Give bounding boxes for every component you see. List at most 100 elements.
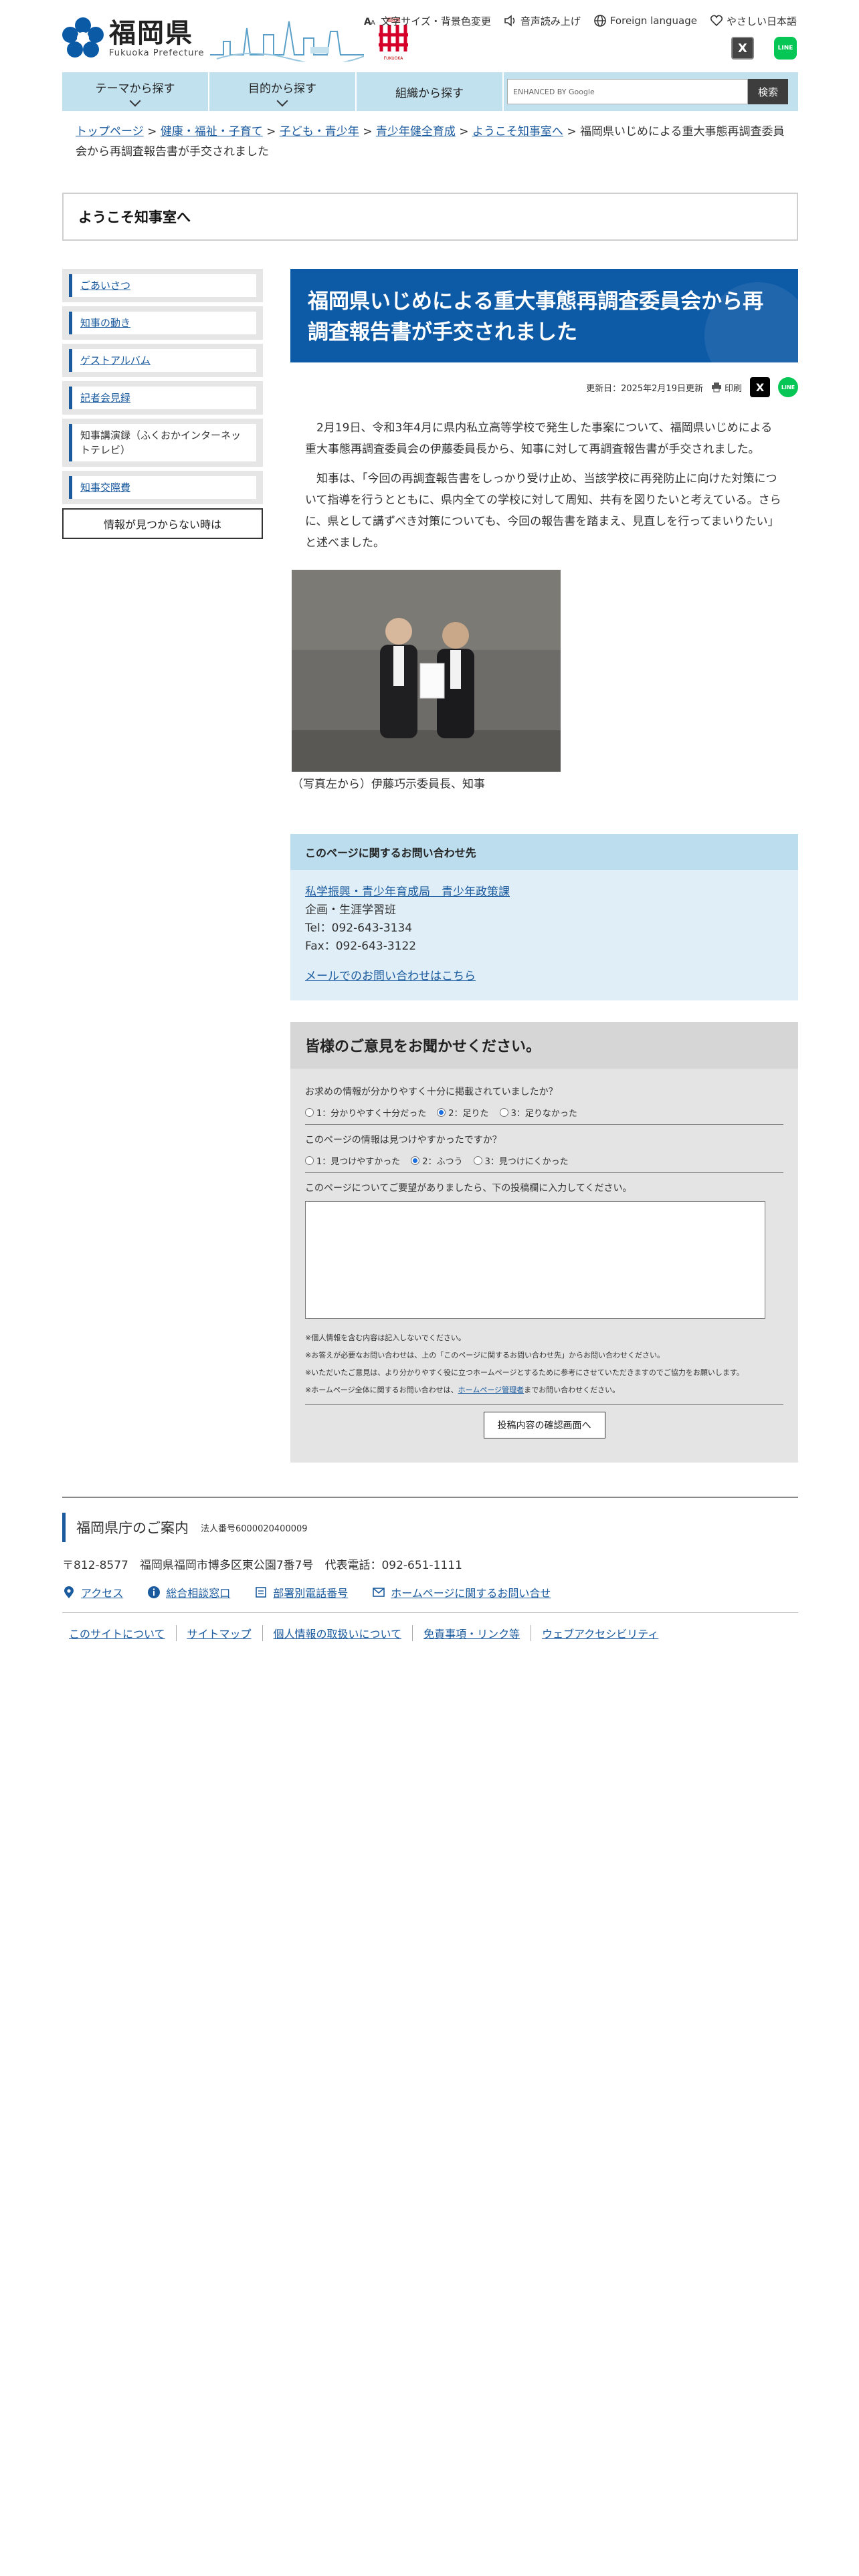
submit-survey-button[interactable]: 投稿内容の確認画面へ bbox=[483, 1412, 605, 1438]
radio-icon bbox=[305, 1156, 314, 1165]
side-item-greeting[interactable]: ごあいさつ bbox=[80, 280, 130, 292]
x-share-icon[interactable]: X bbox=[731, 37, 754, 60]
updated-date: 更新日：2025年2月19日更新 bbox=[586, 383, 703, 394]
printer-icon bbox=[711, 383, 721, 393]
privacy-link[interactable]: 個人情報の取扱いについて bbox=[262, 1625, 413, 1641]
voice-reading-link[interactable]: 音声読み上げ bbox=[503, 13, 581, 28]
chevron-down-icon bbox=[129, 95, 141, 106]
contact-mail-link[interactable]: メールでのお問い合わせはこちら bbox=[305, 968, 476, 986]
article-paragraph: 知事は、「今回の再調査報告書をしっかり受け止め、当該学校に再発防止に向けた対策に… bbox=[305, 472, 781, 550]
breadcrumb-top[interactable]: トップページ bbox=[76, 125, 144, 138]
footer-bottom-links: このサイトについて サイトマップ 個人情報の取扱いについて 免責事項・リンク等 … bbox=[62, 1625, 798, 1641]
radio-icon bbox=[473, 1156, 482, 1165]
about-site-link[interactable]: このサイトについて bbox=[69, 1625, 176, 1641]
breadcrumb-governor[interactable]: ようこそ知事室へ bbox=[472, 125, 563, 138]
site-admin-link[interactable]: ホームページ管理者 bbox=[458, 1386, 524, 1394]
accessibility-link[interactable]: ウェブアクセシビリティ bbox=[531, 1625, 669, 1641]
breadcrumb-health[interactable]: 健康・福祉・子育て bbox=[161, 125, 263, 138]
main-content: 福岡県いじめによる重大事態再調査委員会から再調査報告書が手交されました 更新日：… bbox=[290, 269, 798, 1463]
info-icon bbox=[148, 1586, 161, 1598]
footer-links: アクセス 総合相談窓口 部署別電話番号 ホームページに関するお問い合せ bbox=[62, 1584, 798, 1613]
header-sns: X LINE bbox=[731, 37, 797, 60]
side-item-activities[interactable]: 知事の動き bbox=[80, 317, 130, 329]
footer: 福岡県庁のご案内 法人番号6000020400009 〒812-8577 福岡県… bbox=[62, 1497, 798, 1641]
search-button[interactable]: 検索 bbox=[748, 79, 788, 104]
footer-address: 〒812-8577 福岡県福岡市博多区東公園7番7号 代表電話：092-651-… bbox=[62, 1559, 462, 1572]
photo-caption: （写真左から）伊藤巧示委員長、知事 bbox=[292, 778, 485, 791]
heart-icon bbox=[710, 15, 723, 27]
phone-directory-link[interactable]: 部署別電話番号 bbox=[254, 1584, 348, 1600]
section-title: ようこそ知事室へ bbox=[62, 193, 798, 241]
q1-option-1[interactable]: 1：分かりやすく十分だった bbox=[305, 1106, 426, 1119]
survey-box: 皆様のご意見をお聞かせください。 お求めの情報が分かりやすく十分に掲載されていま… bbox=[290, 1022, 798, 1463]
logo-title: 福岡県 bbox=[109, 17, 193, 49]
q1-option-2[interactable]: 2：足りた bbox=[437, 1106, 489, 1119]
text-size-icon: AA bbox=[364, 17, 375, 27]
search-input[interactable]: ENHANCED BY Google bbox=[507, 79, 748, 104]
side-item-guest-album[interactable]: ゲストアルバム bbox=[80, 354, 151, 366]
speaker-icon bbox=[504, 15, 515, 27]
x-share-icon[interactable]: X bbox=[750, 377, 770, 397]
survey-q2: このページの情報は見つけやすかったですか？ bbox=[305, 1135, 502, 1146]
phone-book-icon bbox=[256, 1587, 267, 1598]
homepage-inquiry-link[interactable]: ホームページに関するお問い合せ bbox=[372, 1584, 551, 1600]
q2-option-1[interactable]: 1：見つけやすかった bbox=[305, 1154, 400, 1167]
side-item-expenses[interactable]: 知事交際費 bbox=[80, 481, 130, 494]
nav-organization[interactable]: 組織から探す bbox=[357, 72, 504, 111]
skyline-illustration-icon bbox=[209, 21, 364, 62]
breadcrumb-youth[interactable]: 青少年健全育成 bbox=[376, 125, 456, 138]
not-found-button[interactable]: 情報が見つからない時は bbox=[62, 508, 263, 539]
foreign-language-link[interactable]: Foreign language bbox=[593, 13, 697, 28]
contact-heading: このページに関するお問い合わせ先 bbox=[290, 834, 798, 870]
article-paragraph: 2月19日、令和3年4月に県内私立高等学校で発生した事案について、福岡県いじめに… bbox=[305, 421, 773, 456]
article-photo bbox=[292, 570, 561, 772]
feedback-textarea[interactable] bbox=[305, 1201, 765, 1319]
disclaimer-link[interactable]: 免責事項・リンク等 bbox=[412, 1625, 531, 1641]
survey-notes: ※個人情報を含む内容は記入しないでください。 ※お答えが必要なお問い合わせは、上… bbox=[305, 1333, 744, 1394]
access-link[interactable]: アクセス bbox=[62, 1584, 123, 1600]
side-item-press[interactable]: 記者会見録 bbox=[80, 392, 130, 404]
site-logo[interactable]: 福岡県 Fukuoka Prefecture 福岡県 FUKUOKA bbox=[62, 15, 413, 62]
radio-icon bbox=[499, 1108, 508, 1117]
q1-option-3[interactable]: 3：足りなかった bbox=[499, 1106, 577, 1119]
text-size-link[interactable]: AA 文字サイズ・背景色変更 bbox=[363, 13, 491, 28]
prefecture-emblem-icon bbox=[62, 17, 104, 59]
contact-dept-link[interactable]: 私学振興・青少年育成局 青少年政策課 bbox=[305, 885, 510, 899]
nav-purpose[interactable]: 目的から探す bbox=[209, 72, 357, 111]
survey-heading: 皆様のご意見をお聞かせください。 bbox=[290, 1022, 798, 1069]
consultation-link[interactable]: 総合相談窓口 bbox=[147, 1584, 230, 1600]
breadcrumb: トップページ > 健康・福祉・子育て > 子ども・青少年 > 青少年健全育成 >… bbox=[76, 125, 785, 158]
contact-fax: Fax：092-643-3122 bbox=[305, 940, 417, 953]
line-share-icon[interactable]: LINE bbox=[774, 37, 797, 60]
footer-title: 福岡県庁のご案内 法人番号6000020400009 bbox=[62, 1513, 798, 1542]
radio-icon bbox=[305, 1108, 314, 1117]
easy-japanese-link[interactable]: やさしい日本語 bbox=[709, 13, 797, 28]
nav-theme[interactable]: テーマから探す bbox=[62, 72, 209, 111]
side-item-lectures[interactable]: 知事講演録（ふくおかインターネットテレビ） bbox=[80, 429, 241, 456]
contact-box: このページに関するお問い合わせ先 私学振興・青少年育成局 青少年政策課 企画・生… bbox=[290, 834, 798, 1000]
radio-selected-icon bbox=[411, 1156, 420, 1165]
q2-option-3[interactable]: 3：見つけにくかった bbox=[473, 1154, 569, 1167]
logo-subtitle: Fukuoka Prefecture bbox=[109, 47, 205, 58]
survey-q1: お求めの情報が分かりやすく十分に掲載されていましたか？ bbox=[305, 1087, 558, 1097]
survey-q3: このページについてご要望がありましたら、下の投稿欄に入力してください。 bbox=[305, 1183, 632, 1194]
svg-text:FUKUOKA: FUKUOKA bbox=[383, 56, 403, 61]
breadcrumb-children[interactable]: 子ども・青少年 bbox=[280, 125, 359, 138]
globe-icon bbox=[594, 15, 606, 27]
svg-text:A: A bbox=[371, 19, 375, 27]
print-button[interactable]: 印刷 bbox=[711, 381, 742, 394]
contact-tel: Tel：092-643-3134 bbox=[305, 922, 413, 935]
page-title: 福岡県いじめによる重大事態再調査委員会から再調査報告書が手交されました bbox=[290, 269, 798, 362]
q2-option-2[interactable]: 2：ふつう bbox=[411, 1154, 463, 1167]
global-nav: テーマから探す 目的から探す 組織から探す ENHANCED BY Google… bbox=[62, 72, 798, 111]
mail-icon bbox=[373, 1588, 385, 1597]
photo-scene-icon bbox=[292, 570, 561, 772]
radio-selected-icon bbox=[437, 1108, 446, 1117]
sitemap-link[interactable]: サイトマップ bbox=[175, 1625, 262, 1641]
corporate-number: 法人番号6000020400009 bbox=[201, 1523, 308, 1534]
chevron-down-icon bbox=[276, 95, 288, 106]
line-share-icon[interactable]: LINE bbox=[778, 377, 798, 397]
utility-links: AA 文字サイズ・背景色変更 音声読み上げ Foreign language や… bbox=[363, 13, 797, 28]
side-nav: ごあいさつ 知事の動き ゲストアルバム 記者会見録 知事講演録（ふくおかインター… bbox=[62, 269, 263, 539]
contact-section: 企画・生涯学習班 bbox=[305, 903, 396, 917]
